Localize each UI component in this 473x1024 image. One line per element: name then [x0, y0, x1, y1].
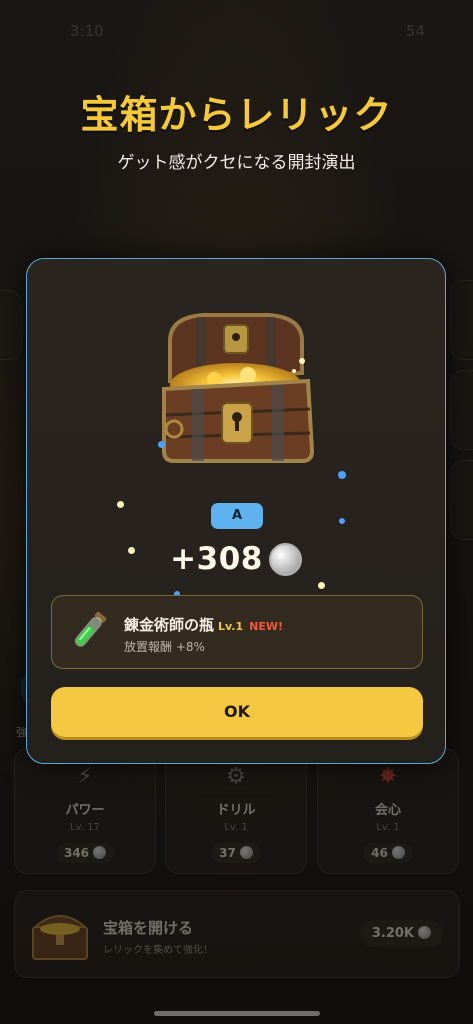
chest-thumbnail-icon [32, 915, 88, 960]
sparkle [338, 471, 346, 479]
home-indicator[interactable] [154, 1011, 320, 1016]
upgrade-level: Lv. 1 [376, 822, 400, 833]
sparkle [318, 582, 325, 589]
open-chest-description: レリックを集めて強化！ [103, 945, 213, 956]
coin-icon [418, 926, 431, 939]
reward-row: +308 [27, 541, 445, 577]
upgrade-card-power[interactable]: ⚡ パワー Lv. 17 346 [14, 748, 156, 874]
side-tab-right-low [450, 460, 473, 540]
crit-burst-icon: ✸ [378, 764, 398, 789]
upgrade-card-crit[interactable]: ✸ 会心 Lv. 1 46 [317, 748, 459, 874]
upgrade-level: Lv. 17 [70, 822, 100, 833]
upgrade-cost-value: 346 [63, 846, 90, 860]
upgrade-name: ドリル [216, 803, 256, 818]
potion-vial-icon [74, 611, 107, 647]
upgrade-level: Lv. 1 [224, 822, 248, 833]
open-chest-title: 宝箱を開ける [103, 919, 194, 937]
upgrade-card-drill[interactable]: ⚙ ドリル Lv. 1 37 [165, 748, 307, 874]
upgrade-cost[interactable]: 346 [55, 843, 115, 863]
open-chest-price-value: 3.20K [371, 926, 414, 941]
lightning-icon: ⚡ [77, 764, 93, 789]
upgrade-name: パワー [65, 803, 105, 818]
side-tab-right-top [450, 280, 473, 360]
ok-button[interactable]: OK [51, 687, 423, 737]
coin-icon [268, 542, 302, 576]
treasure-chest-icon [162, 313, 315, 463]
upgrade-name: 会心 [374, 803, 401, 818]
upgrade-cost-value: 37 [219, 846, 236, 860]
rarity-badge: A [211, 503, 263, 529]
relic-name-line: 錬金術師の瓶 Lv.1 NEW! [124, 614, 283, 635]
relic-card: 錬金術師の瓶 Lv.1 NEW! 放置報酬 +8% [51, 595, 423, 669]
gear-icon: ⚙ [226, 764, 246, 789]
open-chest-bar[interactable]: 宝箱を開ける レリックを集めて強化！ 3.20K [14, 890, 460, 978]
coin-icon [93, 846, 107, 859]
reward-modal: A +308 錬金術師の瓶 Lv.1 NEW! 放置報酬 +8% OK [26, 258, 446, 764]
headline: 宝箱からレリック [80, 93, 393, 137]
relic-level: Lv.1 [218, 620, 244, 633]
sparkle [158, 441, 165, 448]
relic-name: 錬金術師の瓶 [124, 616, 215, 634]
upgrade-cost[interactable]: 46 [363, 843, 413, 863]
upgrade-cost-value: 46 [371, 846, 388, 860]
side-tab-right-mid [450, 370, 473, 450]
coin-icon [391, 846, 405, 859]
upgrade-cost[interactable]: 37 [211, 843, 261, 863]
reward-amount: +308 [170, 541, 263, 577]
open-chest-price[interactable]: 3.20K [359, 920, 443, 947]
sparkle [117, 501, 124, 508]
relic-effect: 放置報酬 +8% [124, 640, 205, 654]
sparkle [339, 518, 345, 524]
new-badge: NEW! [249, 620, 284, 633]
subline: ゲット感がクセになる開封演出 [117, 153, 356, 173]
side-tab-left [0, 290, 22, 360]
coin-icon [239, 846, 253, 859]
